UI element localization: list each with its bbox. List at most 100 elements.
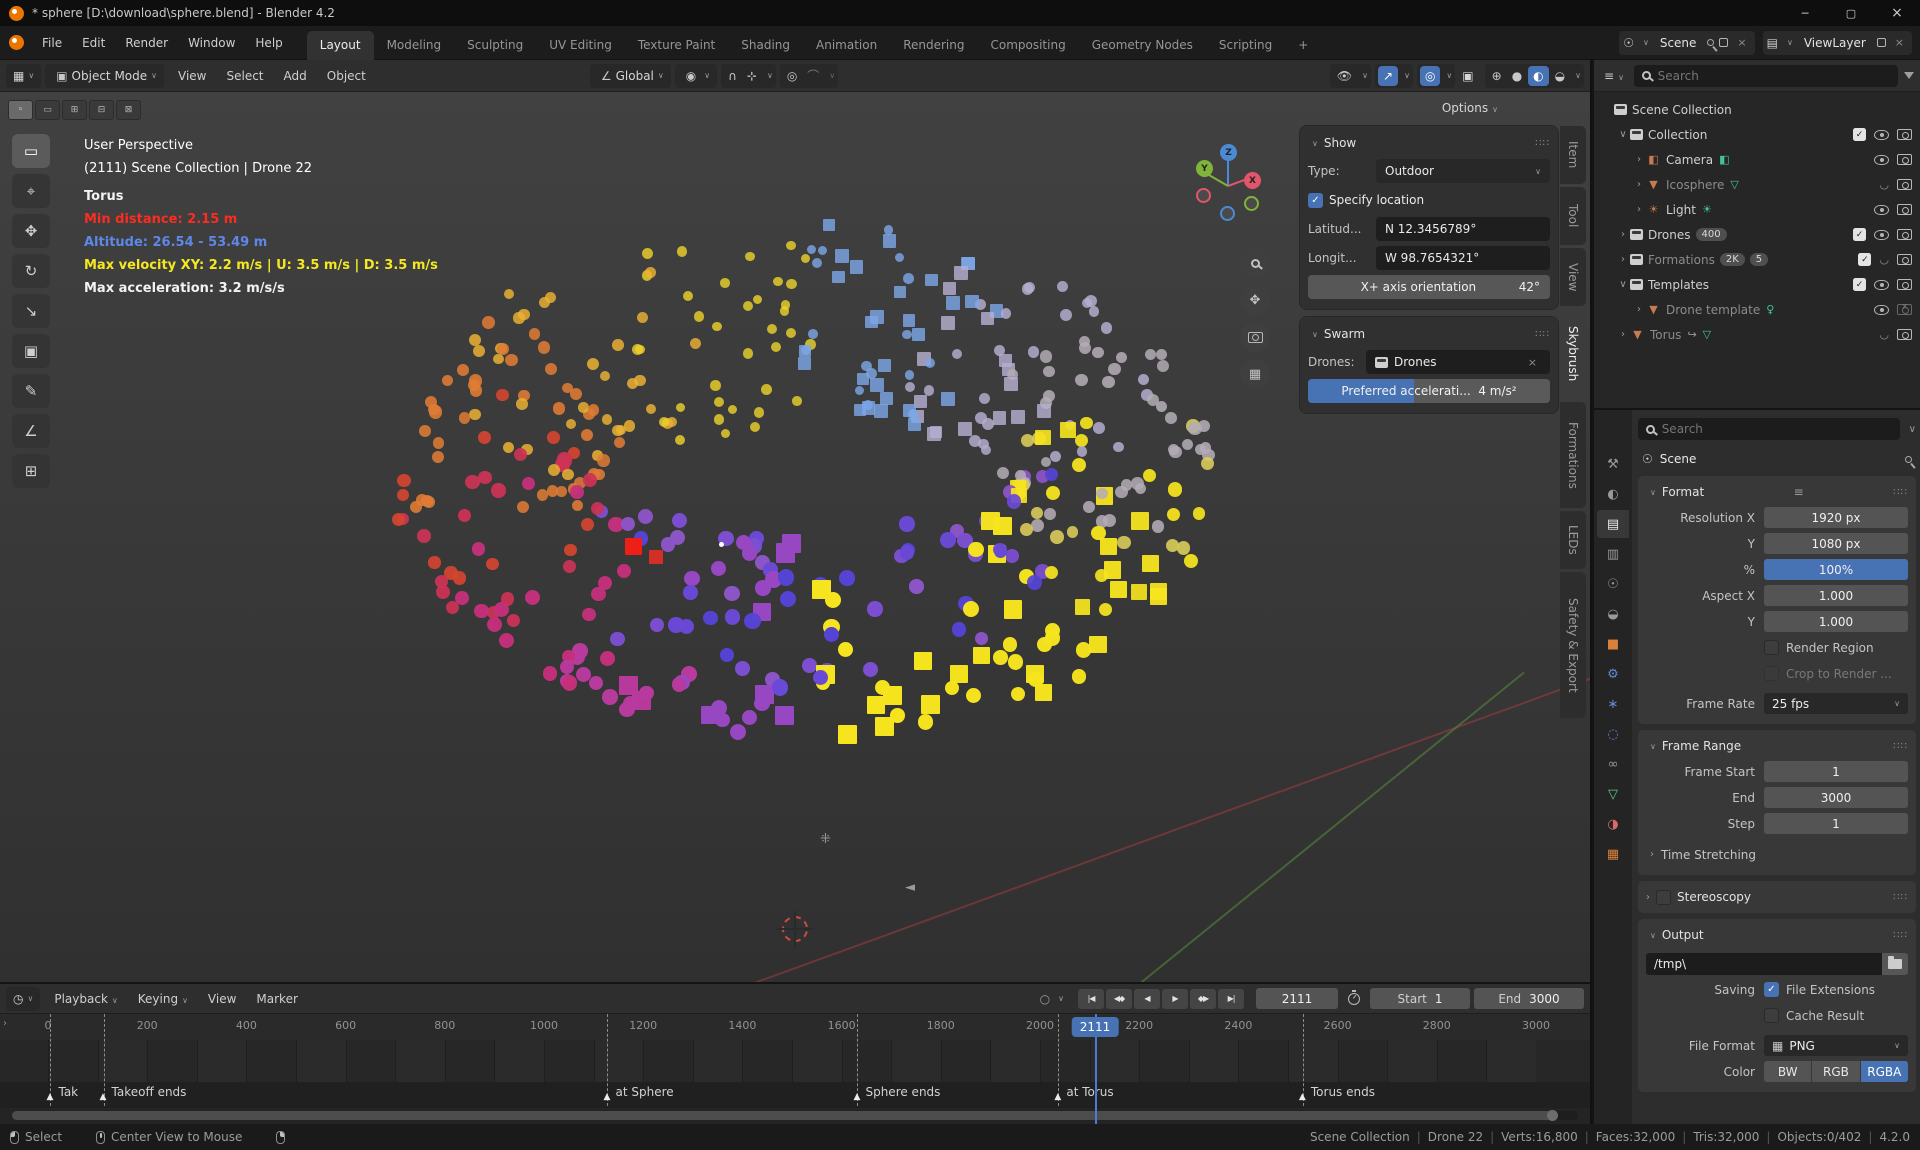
hide-eye-closed-icon[interactable]: ◡	[1879, 329, 1889, 340]
sidebar-tab-view[interactable]: View	[1560, 248, 1586, 306]
disable-render-icon[interactable]	[1897, 154, 1912, 165]
workspace-tab-layout[interactable]: Layout	[306, 30, 374, 60]
maximize-button[interactable]: ▢	[1828, 0, 1874, 26]
hide-eye-closed-icon[interactable]: ◡	[1879, 179, 1889, 190]
outliner-row-collection[interactable]: ∨ Collection ✓	[1594, 122, 1920, 147]
shading-solid-icon[interactable]: ●	[1508, 69, 1526, 83]
workspace-tab-animation[interactable]: Animation	[803, 31, 890, 60]
expand-icon[interactable]: ›	[1650, 849, 1654, 860]
properties-tab-particles[interactable]: ∗	[1597, 690, 1629, 718]
cache-result-checkbox[interactable]	[1764, 1008, 1779, 1023]
select-mode-button[interactable]: ⊞	[62, 100, 87, 120]
shading-wireframe-icon[interactable]: ⊕	[1488, 69, 1506, 83]
workspace-tab-rendering[interactable]: Rendering	[890, 31, 977, 60]
expand-arrow-icon[interactable]: ›	[1616, 254, 1630, 265]
show-overlays-toggle[interactable]: ◎	[1419, 65, 1441, 86]
preferred-acceleration-slider[interactable]: Preferred accelerati... 4 m/s²	[1308, 379, 1550, 403]
disable-render-icon[interactable]	[1897, 179, 1912, 190]
current-frame-pill[interactable]: 2111	[1071, 1017, 1119, 1037]
collapse-icon[interactable]: ∨	[1650, 931, 1656, 940]
workspace-tab-shading[interactable]: Shading	[728, 31, 803, 60]
collapse-icon[interactable]: ∨	[1312, 330, 1318, 339]
gizmo-axis-Z[interactable]: Z	[1220, 144, 1237, 161]
frame-start-field[interactable]: Start 1	[1370, 988, 1470, 1009]
viewlayer-selector[interactable]: ▤ ∨ ViewLayer ×	[1762, 30, 1912, 55]
filter-icon[interactable]	[1904, 72, 1914, 79]
properties-tab-constraints[interactable]: ∞	[1597, 750, 1629, 778]
sidebar-tab-item[interactable]: Item	[1560, 126, 1586, 184]
disable-render-icon[interactable]	[1897, 204, 1912, 215]
properties-tab-object[interactable]: ■	[1597, 630, 1629, 658]
expand-arrow-icon[interactable]: ›	[1632, 304, 1646, 315]
hide-eye-icon[interactable]	[1874, 204, 1889, 215]
presets-icon[interactable]: ≡	[1794, 485, 1804, 499]
unlink-scene-icon[interactable]: ×	[1733, 36, 1750, 49]
timeline-scroll-thumb[interactable]	[12, 1110, 1558, 1121]
output-path-field[interactable]: /tmp\	[1646, 952, 1882, 975]
snap-magnet-icon[interactable]: ∩	[724, 69, 741, 83]
shading-rendered-icon[interactable]: ◒	[1551, 69, 1569, 83]
expand-arrow-icon[interactable]: ›	[1632, 179, 1646, 190]
outliner-row-formations[interactable]: › Formations 2K 5 ✓ ◡	[1594, 247, 1920, 272]
timeline-menu-keying[interactable]: Keying ∨	[128, 988, 198, 1010]
add-cube-tool[interactable]: ⊞	[12, 454, 50, 488]
select-mode-button[interactable]: ⊠	[116, 100, 141, 120]
properties-tab-material[interactable]: ◑	[1597, 810, 1629, 838]
hide-eye-icon[interactable]	[1874, 129, 1889, 140]
expand-arrow-icon[interactable]: ›	[1616, 329, 1630, 340]
properties-tab-world[interactable]: ◒	[1597, 600, 1629, 628]
marker-triangle-icon[interactable]: ▲	[100, 1092, 107, 1102]
auto-keying-icon[interactable]: ○	[1036, 992, 1054, 1006]
color-option-bw[interactable]: BW	[1764, 1061, 1812, 1082]
stereoscopy-checkbox[interactable]	[1656, 889, 1671, 905]
properties-tab-view-layer[interactable]: ▥	[1597, 540, 1629, 568]
hide-eye-icon[interactable]	[1874, 279, 1889, 290]
outliner-row-light[interactable]: › ☀ Light ☀	[1594, 197, 1920, 222]
hide-eye-icon[interactable]	[1874, 154, 1889, 165]
pan-hand-button[interactable]: ✥	[1240, 285, 1270, 315]
timeline-menu-marker[interactable]: Marker	[246, 988, 307, 1010]
clear-icon[interactable]: ×	[1524, 356, 1541, 369]
exclude-checkbox[interactable]: ✓	[1858, 253, 1872, 266]
move-tool[interactable]: ✥	[12, 214, 50, 248]
show-type-dropdown[interactable]: Outdoor ∨	[1376, 159, 1550, 183]
next-keyframe-button[interactable]: ◆▶	[1190, 988, 1216, 1009]
transform-orientation-dropdown[interactable]: ∠ Global ∨	[589, 63, 671, 88]
editor-type-button[interactable]: ▦ ∨	[6, 63, 42, 88]
pin-icon[interactable]	[1905, 455, 1912, 463]
proportional-falloff-icon[interactable]: ⌒	[803, 67, 823, 84]
marker-triangle-icon[interactable]: ▲	[603, 1092, 610, 1102]
exclude-checkbox[interactable]: ✓	[1853, 278, 1866, 291]
render-region-checkbox[interactable]	[1764, 640, 1779, 655]
frame-range-row-value-field[interactable]: 1	[1764, 761, 1908, 782]
properties-tab-render[interactable]: ◐	[1597, 480, 1629, 508]
gizmo-axis-Y[interactable]: Y	[1196, 160, 1213, 177]
marker-triangle-icon[interactable]: ▲	[1054, 1092, 1061, 1102]
select-mode-button[interactable]: ⊟	[89, 100, 114, 120]
cursor-tool[interactable]: ⌖	[12, 174, 50, 208]
timeline-ruler[interactable]: 0 200 400 600 800 1000 1200 1400 1600 1800 2000 220…	[0, 1014, 1590, 1040]
specify-location-checkbox[interactable]: ✓	[1308, 192, 1323, 208]
timeline-menu-playback[interactable]: Playback ∨	[44, 988, 127, 1010]
mode-dropdown[interactable]: ▣ Object Mode ∨	[45, 63, 164, 88]
viewport-3d[interactable]: ⁜ ◄ User Perspective (2111) Scene Collect…	[0, 92, 1590, 982]
timeline-scrollbar[interactable]	[12, 1110, 1578, 1121]
transform-tool[interactable]: ▣	[12, 334, 50, 368]
expand-arrow-icon[interactable]: ∨	[1616, 279, 1630, 290]
new-viewlayer-icon[interactable]	[1876, 35, 1891, 47]
collapse-icon[interactable]: ∨	[1650, 742, 1656, 751]
stopwatch-icon[interactable]	[1348, 989, 1360, 1005]
prev-frame-button[interactable]: ◀	[1134, 988, 1160, 1009]
sidebar-tab-safety-export[interactable]: Safety & Export	[1560, 572, 1586, 718]
marker-triangle-icon[interactable]: ▲	[1299, 1092, 1306, 1102]
properties-tab-texture[interactable]: ▦	[1597, 840, 1629, 868]
properties-tab-object-data[interactable]: ▽	[1597, 780, 1629, 808]
jump-to-end-button[interactable]: ▶|	[1218, 988, 1244, 1009]
selected-drone-square[interactable]	[625, 538, 642, 555]
sidebar-tab-skybrush[interactable]: Skybrush	[1560, 309, 1586, 399]
viewport-menu-add[interactable]: Add	[274, 65, 317, 87]
file-extensions-checkbox[interactable]: ✓	[1764, 982, 1779, 997]
workspace-tab-sculpting[interactable]: Sculpting	[454, 31, 536, 60]
disable-render-icon[interactable]	[1897, 329, 1912, 340]
menu-help[interactable]: Help	[245, 32, 292, 54]
